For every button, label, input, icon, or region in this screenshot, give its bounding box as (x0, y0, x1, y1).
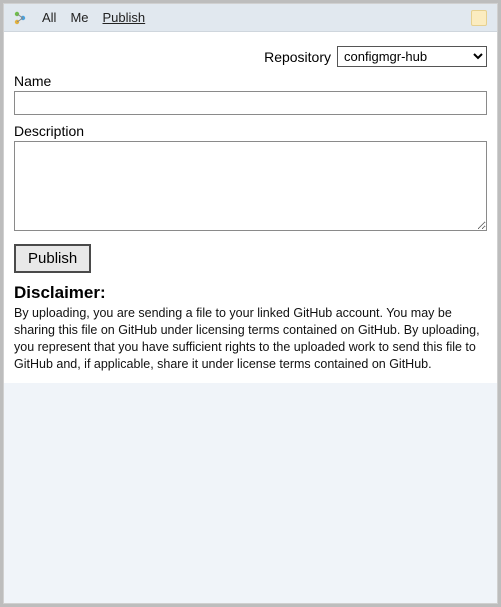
tab-publish[interactable]: Publish (103, 8, 146, 27)
description-label: Description (14, 123, 487, 139)
disclaimer-title: Disclaimer: (14, 283, 487, 303)
notification-badge[interactable] (471, 10, 487, 26)
repository-select[interactable]: configmgr-hub (337, 46, 487, 67)
publish-button[interactable]: Publish (14, 244, 91, 273)
repository-label: Repository (264, 49, 331, 65)
app-window: All Me Publish Repository configmgr-hub … (3, 3, 498, 604)
tab-me[interactable]: Me (70, 8, 88, 27)
disclaimer-text: By uploading, you are sending a file to … (14, 305, 487, 373)
repository-row: Repository configmgr-hub (14, 46, 487, 67)
name-label: Name (14, 73, 487, 89)
app-icon (12, 10, 28, 26)
tab-bar: All Me Publish (4, 4, 497, 32)
description-input[interactable] (14, 141, 487, 231)
content-panel: Repository configmgr-hub Name Descriptio… (4, 32, 497, 383)
empty-area (4, 383, 497, 604)
name-input[interactable] (14, 91, 487, 115)
tab-all[interactable]: All (42, 8, 56, 27)
